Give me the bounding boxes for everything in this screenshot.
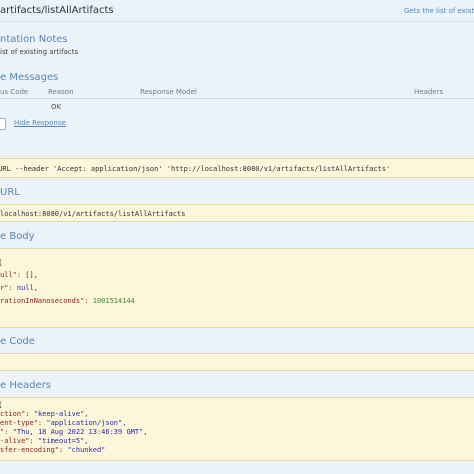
request-url-box: localhost:8080/v1/artifacts/listAllArtif… [0,204,474,222]
json-line: ull": [], [0,271,38,279]
response-code-box [0,353,474,371]
response-body-title: e Body [0,231,35,242]
operation-header[interactable]: artifacts/listAllArtifacts Gets the list… [0,0,474,22]
try-it-out-button[interactable] [0,118,6,130]
response-body-open-brace: { [0,259,2,267]
response-headers-box: { ction": "keep-alive", ent-type": "appl… [0,397,474,461]
header-value: "timeout=5", [37,437,89,445]
col-status-code: us Code [0,88,29,96]
header-key: ": [0,428,9,436]
json-line: rationInNanoseconds": 1001514144 [0,297,135,305]
header-value: "keep-alive", [33,410,89,418]
request-url-value: localhost:8080/v1/artifacts/listAllArtif… [0,210,186,218]
response-headers-title: e Headers [0,380,51,391]
header-line: sfer-encoding": "chunked" [0,446,105,454]
response-messages-title: e Messages [0,72,59,83]
header-line: ent-type": "application/json", [0,419,126,427]
json-value: null, [16,284,38,292]
implementation-notes-text: ist of existing artifacts [0,48,79,56]
json-key: r": [0,284,13,292]
header-line: -alive": "timeout=5", [0,437,89,445]
header-value: "application/json", [46,419,127,427]
response-messages-divider [0,98,474,99]
operation-path[interactable]: artifacts/listAllArtifacts [0,5,114,16]
header-key: ent-type": [0,419,43,427]
json-line: r": null, [0,284,38,292]
implementation-notes-title: ntation Notes [0,34,68,45]
operation-summary: Gets the list of existi [404,7,474,15]
json-value: [], [25,271,38,279]
col-headers: Headers [414,88,444,96]
col-reason: Reason [48,88,74,96]
header-value: "Thu, 18 Aug 2022 13:46:39 GMT", [12,428,148,436]
header-line: ": "Thu, 18 Aug 2022 13:46:39 GMT", [0,428,148,436]
json-key: ull": [0,271,22,279]
header-key: ction": [0,410,30,418]
curl-command: cURL --header 'Accept: application/json'… [0,165,391,173]
response-body-box: { ull": [], r": null, rationInNanosecond… [0,248,474,328]
header-line: ction": "keep-alive", [0,410,89,418]
header-value: "chunked" [67,446,106,454]
json-value: 1001514144 [92,297,135,305]
request-url-title: URL [0,187,20,198]
response-messages-table-header: us Code Reason Response Model Headers [0,88,474,98]
response-code-title: e Code [0,336,35,347]
json-key: rationInNanoseconds": [0,297,89,305]
header-key: sfer-encoding": [0,446,64,454]
hide-response-link[interactable]: Hide Response [14,119,66,127]
curl-box: cURL --header 'Accept: application/json'… [0,158,474,178]
header-key: -alive": [0,437,34,445]
response-headers-open-brace: { [0,401,2,409]
table-row-reason: OK [51,103,62,111]
col-response-model: Response Model [140,88,197,96]
